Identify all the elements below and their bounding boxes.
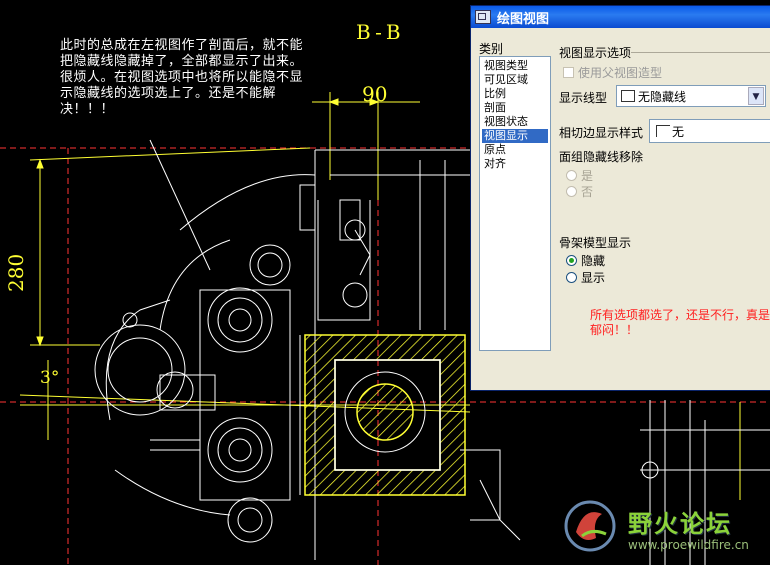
tangent-edge-value: 无 <box>672 124 685 139</box>
category-item[interactable]: 视图类型 <box>482 59 548 73</box>
display-linetype-value: 无隐藏线 <box>638 89 687 104</box>
note-leader <box>149 139 211 271</box>
category-item[interactable]: 比例 <box>482 87 548 101</box>
skeleton-show-label: 显示 <box>581 271 606 285</box>
section-divider <box>631 52 770 53</box>
watermark-title: 野火论坛 <box>628 510 732 538</box>
forum-logo-icon <box>564 500 616 552</box>
hidden-remove-no-radio[interactable] <box>566 186 577 197</box>
dialog-titlebar[interactable]: 绘图视图 <box>471 6 770 28</box>
tangent-none-icon <box>656 125 670 137</box>
tangent-edge-label: 相切边显示样式 <box>559 126 644 140</box>
red-annotation: 所有选项都选了，还是不行，真是郁闷！！ <box>590 308 770 337</box>
note-annotation: 此时的总成在左视图作了剖面后，就不能把隐藏线隐藏掉了，全部都显示了出来。很烦人。… <box>60 38 304 117</box>
use-parent-style-checkbox-row[interactable]: 使用父视图造型 <box>563 64 662 81</box>
dimension-angle: 3° <box>40 368 60 388</box>
skeleton-display-label: 骨架模型显示 <box>559 236 632 250</box>
category-list[interactable]: 视图类型 可见区域 比例 剖面 视图状态 视图显示 原点 对齐 <box>479 56 551 351</box>
skeleton-hide-radio[interactable] <box>566 255 577 266</box>
use-parent-checkbox[interactable] <box>563 67 574 78</box>
category-item[interactable]: 视图状态 <box>482 115 548 129</box>
watermark-url: www.proewildfire.cn <box>628 538 749 552</box>
skeleton-show-row[interactable]: 显示 <box>566 269 605 286</box>
chevron-down-icon[interactable]: ▼ <box>748 87 764 105</box>
dialog-title: 绘图视图 <box>497 11 550 27</box>
hidden-remove-yes-label: 是 <box>581 169 594 183</box>
use-parent-label: 使用父视图造型 <box>578 66 663 80</box>
dimension-280: 280 <box>4 253 28 292</box>
hidden-remove-no-row[interactable]: 否 <box>566 183 593 200</box>
window-icon <box>475 10 491 24</box>
section-label: B-B <box>356 20 405 44</box>
category-label: 类别 <box>479 42 504 56</box>
tangent-edge-select[interactable]: 无 <box>649 119 770 143</box>
display-linetype-select[interactable]: 无隐藏线 ▼ <box>616 85 766 107</box>
hatched-section <box>299 334 466 496</box>
hidden-remove-yes-radio[interactable] <box>566 170 577 181</box>
display-linetype-label: 显示线型 <box>559 91 608 105</box>
category-item[interactable]: 可见区域 <box>482 73 548 87</box>
view-display-options-title: 视图显示选项 <box>559 46 632 60</box>
category-item-selected[interactable]: 视图显示 <box>482 129 548 143</box>
category-item[interactable]: 剖面 <box>482 101 548 115</box>
hidden-remove-yes-row[interactable]: 是 <box>566 167 593 184</box>
skeleton-hide-row[interactable]: 隐藏 <box>566 252 605 269</box>
no-hidden-icon <box>621 90 635 102</box>
skeleton-show-radio[interactable] <box>566 272 577 283</box>
hidden-remove-no-label: 否 <box>581 185 594 199</box>
category-item[interactable]: 原点 <box>482 143 548 157</box>
dimension-90: 90 <box>362 82 388 106</box>
category-item[interactable]: 对齐 <box>482 157 548 171</box>
hidden-line-removal-label: 面组隐藏线移除 <box>559 150 644 164</box>
skeleton-hide-label: 隐藏 <box>581 254 606 268</box>
